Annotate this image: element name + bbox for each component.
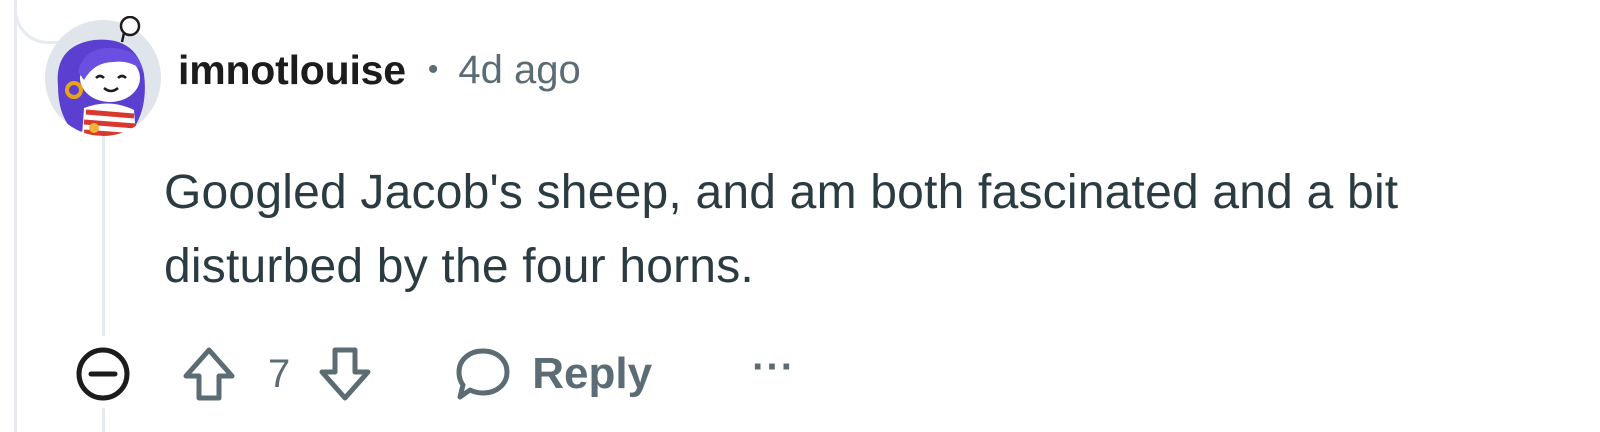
collapse-icon [76, 347, 130, 401]
comment-timestamp[interactable]: 4d ago [458, 48, 580, 93]
reply-label: Reply [532, 349, 653, 398]
comment-thread-line[interactable] [102, 136, 105, 336]
reply-button[interactable]: Reply [454, 345, 652, 403]
snoo-avatar-icon [45, 15, 161, 136]
comment-header: imnotlouise • 4d ago [178, 40, 581, 100]
vote-count: 7 [268, 351, 291, 396]
meta-separator: • [427, 53, 439, 86]
more-options-button[interactable]: ··· [752, 347, 795, 401]
upvote-icon [183, 347, 235, 401]
parent-thread-line[interactable] [14, 0, 17, 432]
author-username[interactable]: imnotlouise [178, 47, 406, 94]
comment-bubble-icon [456, 348, 510, 400]
downvote-icon [319, 347, 371, 401]
comment-thread-line-bottom[interactable] [102, 408, 105, 432]
comment-body: Googled Jacob's sheep, and am both fasci… [164, 166, 1399, 293]
upvote-button[interactable] [180, 344, 238, 404]
downvote-button[interactable] [316, 344, 374, 404]
avatar[interactable] [44, 15, 162, 136]
comment-actions: 7 Reply ··· [74, 340, 795, 408]
comment-container: imnotlouise • 4d ago Googled Jacob's she… [0, 0, 1600, 432]
collapse-button[interactable] [74, 345, 132, 403]
